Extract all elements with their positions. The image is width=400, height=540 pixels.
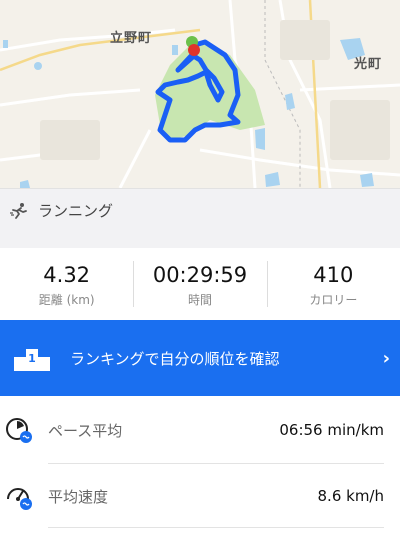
stat-calories: 410 カロリー [266, 248, 400, 320]
speed-gauge-icon [4, 481, 34, 511]
ranking-banner-button[interactable]: 1 ランキングで自分の順位を確認 › [0, 320, 400, 396]
chevron-right-icon: › [382, 347, 390, 369]
map-place-label: 光町 [354, 57, 383, 72]
list-continuation [0, 528, 400, 540]
map-canvas [0, 0, 400, 188]
metric-label: ペース平均 [48, 421, 123, 440]
stat-value: 4.32 [43, 262, 91, 287]
stat-value: 410 [313, 262, 354, 287]
route-map[interactable]: 立野町 光町 [0, 0, 400, 188]
metric-row-pace: ペース平均 06:56 min/km [0, 396, 400, 464]
end-marker [188, 44, 200, 56]
stat-duration: 00:29:59 時間 [133, 248, 266, 320]
metric-label: 平均速度 [48, 487, 109, 506]
pace-gauge-icon [4, 415, 34, 445]
metric-value: 06:56 min/km [279, 421, 384, 439]
running-icon [8, 200, 30, 222]
stat-caption: 距離 (km) [38, 292, 95, 307]
stat-distance: 4.32 距離 (km) [0, 248, 133, 320]
activity-type-row: ランニング [0, 188, 400, 232]
metric-row-speed: 平均速度 8.6 km/h [0, 464, 400, 528]
ranking-banner-text: ランキングで自分の順位を確認 [70, 349, 280, 368]
podium-icon: 1 [12, 343, 52, 373]
summary-stats: 4.32 距離 (km) 00:29:59 時間 410 カロリー [0, 248, 400, 320]
svg-text:1: 1 [28, 352, 36, 365]
map-place-label: 立野町 [110, 31, 153, 46]
metric-value: 8.6 km/h [317, 487, 384, 505]
stat-value: 00:29:59 [152, 262, 248, 287]
activity-type-label: ランニング [38, 202, 114, 220]
stat-caption: カロリー [309, 292, 358, 307]
stat-caption: 時間 [187, 292, 212, 307]
